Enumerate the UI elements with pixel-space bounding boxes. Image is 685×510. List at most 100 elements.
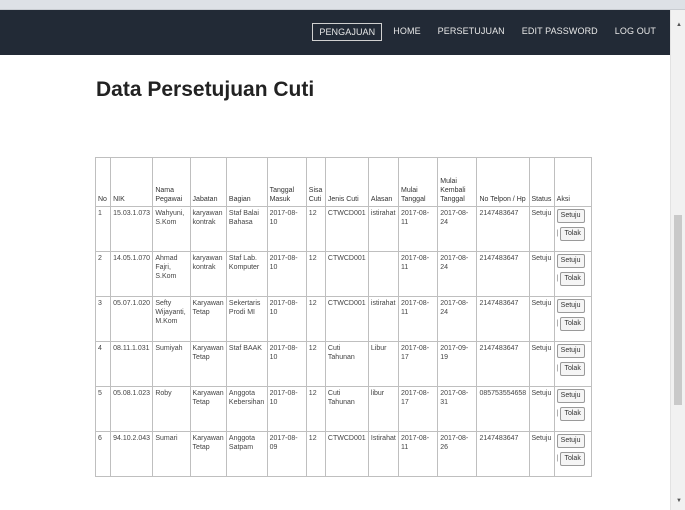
cell-mulai-tanggal: 2017-08-17	[397, 341, 439, 387]
cell-status: Setuju	[528, 431, 555, 477]
approve-button[interactable]: Setuju	[556, 344, 585, 358]
cell-mulai-kembali: 2017-08-31	[437, 386, 478, 432]
approve-button[interactable]: Setuju	[556, 209, 585, 223]
cell-jenis-cuti: CTWCD001	[324, 206, 369, 252]
cell-tanggal-masuk: 2017-08-10	[266, 206, 307, 252]
table-row: 1 15.03.1.073 Wahyuni, S.Kom karyawan ko…	[94, 206, 593, 252]
cell-nama: Sefty Wijayanti, M.Kom	[152, 296, 191, 342]
approve-button[interactable]: Setuju	[556, 254, 585, 268]
approve-button[interactable]: Setuju	[556, 299, 585, 313]
cell-mulai-tanggal: 2017-08-11	[397, 431, 439, 477]
reject-button[interactable]: Tolak	[560, 452, 585, 466]
cell-nik: 14.05.1.070	[110, 251, 154, 297]
cell-telpon: 2147483647	[476, 296, 530, 342]
cell-tanggal-masuk: 2017-08-10	[266, 341, 307, 387]
cell-jenis-cuti: CTWCD001	[324, 251, 369, 297]
cell-sisa-cuti: 12	[305, 341, 326, 387]
scroll-down-arrow-icon[interactable]: ▼	[676, 498, 682, 504]
separator: |	[556, 410, 559, 417]
reject-row: | Tolak	[557, 227, 589, 241]
header-bagian: Bagian	[225, 157, 268, 207]
leave-approval-table: No NIK Nama Pegawai Jabatan Bagian Tangg…	[94, 157, 593, 477]
header-alasan: Alasan	[367, 157, 400, 207]
approve-button[interactable]: Setuju	[556, 389, 585, 403]
cell-aksi: Setuju | Tolak	[553, 251, 593, 297]
scroll-thumb[interactable]	[674, 215, 682, 405]
header-jenis-cuti: Jenis Cuti	[324, 157, 369, 207]
reject-row: | Tolak	[557, 317, 589, 331]
cell-sisa-cuti: 12	[305, 431, 326, 477]
cell-aksi: Setuju | Tolak	[553, 431, 593, 477]
cell-alasan: Istirahat	[367, 431, 400, 477]
cell-nama: Wahyuni, S.Kom	[152, 206, 191, 252]
cell-mulai-tanggal: 2017-08-11	[397, 296, 439, 342]
cell-jenis-cuti: Cuti Tahunan	[324, 386, 369, 432]
cell-alasan: Libur	[367, 341, 400, 387]
cell-aksi: Setuju | Tolak	[553, 296, 593, 342]
table-row: 3 05.07.1.020 Sefty Wijayanti, M.Kom Kar…	[94, 296, 593, 342]
header-aksi: Aksi	[553, 157, 593, 207]
nav-logout[interactable]: LOG OUT	[609, 23, 662, 41]
cell-telpon: 2147483647	[476, 341, 530, 387]
reject-row: | Tolak	[557, 362, 589, 376]
cell-aksi: Setuju | Tolak	[553, 386, 593, 432]
cell-status: Setuju	[528, 341, 555, 387]
header-no-telpon: No Telpon / Hp	[476, 157, 530, 207]
cell-alasan: istirahat	[367, 206, 400, 252]
cell-aksi: Setuju | Tolak	[553, 206, 593, 252]
separator: |	[556, 230, 559, 237]
cell-no: 6	[94, 431, 112, 477]
nav-pengajuan[interactable]: PENGAJUAN	[312, 23, 383, 41]
header-jabatan: Jabatan	[189, 157, 227, 207]
nav-home[interactable]: HOME	[387, 23, 426, 41]
cell-telpon: 2147483647	[476, 206, 530, 252]
reject-button[interactable]: Tolak	[560, 227, 585, 241]
cell-status: Setuju	[528, 251, 555, 297]
cell-jabatan: karyawan kontrak	[189, 206, 227, 252]
header-tanggal-masuk: Tanggal Masuk	[266, 157, 307, 207]
nav-edit-password[interactable]: EDIT PASSWORD	[516, 23, 604, 41]
cell-bagian: Staf Lab. Komputer	[225, 251, 268, 297]
navbar: PENGAJUAN HOME PERSETUJUAN EDIT PASSWORD…	[0, 10, 670, 55]
reject-row: | Tolak	[557, 407, 589, 421]
reject-button[interactable]: Tolak	[560, 317, 585, 331]
separator: |	[556, 365, 559, 372]
table-row: 2 14.05.1.070 Ahmad Fajri, S.Kom karyawa…	[94, 251, 593, 297]
cell-tanggal-masuk: 2017-08-10	[266, 296, 307, 342]
vertical-scrollbar[interactable]: ▲ ▼	[670, 10, 685, 510]
cell-no: 2	[94, 251, 112, 297]
nav-persetujuan[interactable]: PERSETUJUAN	[432, 23, 511, 41]
approve-button[interactable]: Setuju	[556, 434, 585, 448]
nav-menu: PENGAJUAN HOME PERSETUJUAN EDIT PASSWORD…	[307, 23, 662, 41]
cell-jenis-cuti: CTWCD001	[324, 296, 369, 342]
cell-mulai-kembali: 2017-08-24	[437, 296, 478, 342]
reject-row: | Tolak	[557, 452, 589, 466]
header-sisa-cuti: Sisa Cuti	[305, 157, 326, 207]
cell-nik: 15.03.1.073	[110, 206, 154, 252]
cell-jabatan: Karyawan Tetap	[189, 296, 227, 342]
reject-button[interactable]: Tolak	[560, 272, 585, 286]
cell-aksi: Setuju | Tolak	[553, 341, 593, 387]
cell-telpon: 2147483647	[476, 431, 530, 477]
cell-tanggal-masuk: 2017-08-10	[266, 251, 307, 297]
cell-bagian: Sekertaris Prodi MI	[225, 296, 268, 342]
cell-bagian: Staf BAAK	[225, 341, 268, 387]
cell-nama: Roby	[152, 386, 191, 432]
cell-mulai-tanggal: 2017-08-11	[397, 251, 439, 297]
cell-nama: Ahmad Fajri, S.Kom	[152, 251, 191, 297]
cell-mulai-kembali: 2017-08-24	[437, 251, 478, 297]
cell-nik: 05.08.1.023	[110, 386, 154, 432]
reject-button[interactable]: Tolak	[560, 362, 585, 376]
header-nama-pegawai: Nama Pegawai	[152, 157, 191, 207]
cell-telpon: 085753554658	[476, 386, 530, 432]
scroll-up-arrow-icon[interactable]: ▲	[676, 22, 682, 28]
header-mulai-kembali-tanggal: Mulai Kembali Tanggal	[437, 157, 478, 207]
browser-chrome-strip	[0, 0, 685, 10]
cell-no: 1	[94, 206, 112, 252]
reject-row: | Tolak	[557, 272, 589, 286]
reject-button[interactable]: Tolak	[560, 407, 585, 421]
cell-sisa-cuti: 12	[305, 296, 326, 342]
cell-jabatan: Karyawan Tetap	[189, 341, 227, 387]
cell-nama: Sumari	[152, 431, 191, 477]
cell-mulai-kembali: 2017-08-26	[437, 431, 478, 477]
